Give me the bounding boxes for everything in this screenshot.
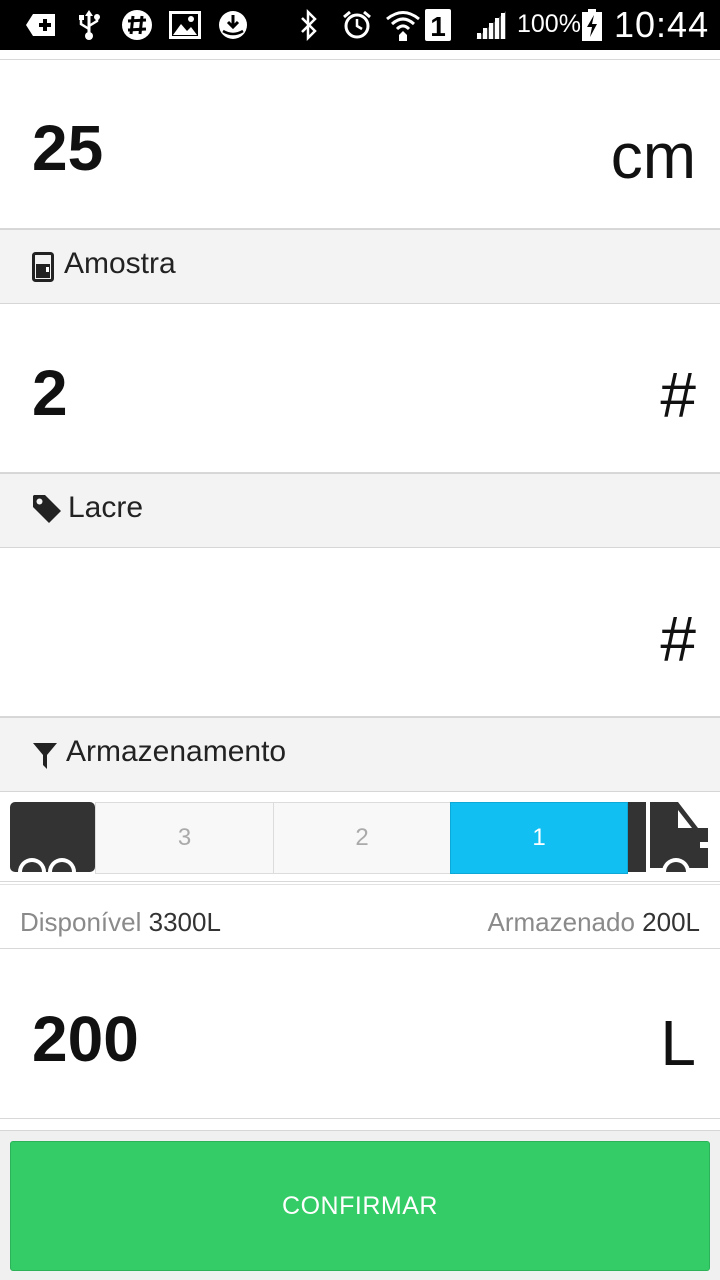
seal-field[interactable]: #	[0, 548, 720, 717]
add-icon	[24, 9, 58, 41]
usb-icon	[74, 9, 104, 41]
seal-section-header: Lacre	[0, 473, 720, 548]
confirm-button[interactable]: CONFIRMAR	[10, 1141, 710, 1271]
capacity-info: Disponível 3300L Armazenado 200L	[0, 884, 720, 949]
sample-field[interactable]: 2 #	[0, 304, 720, 473]
compartment-2[interactable]: 2	[273, 802, 451, 874]
alarm-icon	[340, 9, 374, 41]
bluetooth-icon	[296, 9, 322, 41]
volume-value: 200	[32, 1003, 139, 1075]
slack-icon	[120, 9, 154, 41]
tag-icon	[32, 494, 62, 524]
storage-section-label: Armazenamento	[66, 735, 287, 768]
stored-value: 200L	[642, 907, 700, 937]
wifi-icon	[385, 9, 421, 41]
sample-value: 2	[32, 357, 68, 429]
stored-label: Armazenado	[487, 907, 635, 937]
volume-unit: L	[660, 1007, 696, 1079]
truck-cab-icon	[628, 802, 712, 872]
image-icon	[168, 9, 202, 41]
available-capacity: Disponível 3300L	[20, 907, 221, 938]
filter-icon	[32, 742, 58, 772]
top-divider	[0, 50, 720, 60]
seal-section-label: Lacre	[68, 491, 144, 524]
truck-rear-icon	[10, 802, 95, 872]
battery-icon	[580, 9, 604, 41]
height-unit: cm	[610, 120, 696, 192]
footer: CONFIRMAR	[0, 1130, 720, 1280]
sample-section-header: Amostra	[0, 229, 720, 304]
signal-icon	[473, 9, 509, 41]
sim-icon: 1	[425, 9, 451, 41]
storage-section-header: Armazenamento	[0, 717, 720, 792]
volume-field[interactable]: 200 L	[0, 950, 720, 1119]
storage-selector: 3 2 1	[0, 792, 720, 882]
sample-section-label: Amostra	[64, 247, 176, 280]
beaker-icon	[32, 252, 58, 282]
sample-unit: #	[660, 359, 696, 431]
battery-percent: 100%	[517, 10, 581, 38]
status-bar: 1 100% 10:44	[0, 0, 720, 50]
height-field[interactable]: 25 cm	[0, 61, 720, 229]
seal-unit: #	[660, 603, 696, 675]
compartment-1[interactable]: 1	[450, 802, 628, 874]
available-value: 3300L	[148, 907, 221, 937]
stored-capacity: Armazenado 200L	[488, 907, 701, 938]
compartment-3[interactable]: 3	[95, 802, 274, 874]
available-label: Disponível	[20, 907, 142, 937]
download-icon	[216, 9, 250, 41]
sim-slot-number: 1	[430, 11, 446, 41]
height-value: 25	[32, 112, 104, 184]
clock: 10:44	[614, 4, 710, 45]
